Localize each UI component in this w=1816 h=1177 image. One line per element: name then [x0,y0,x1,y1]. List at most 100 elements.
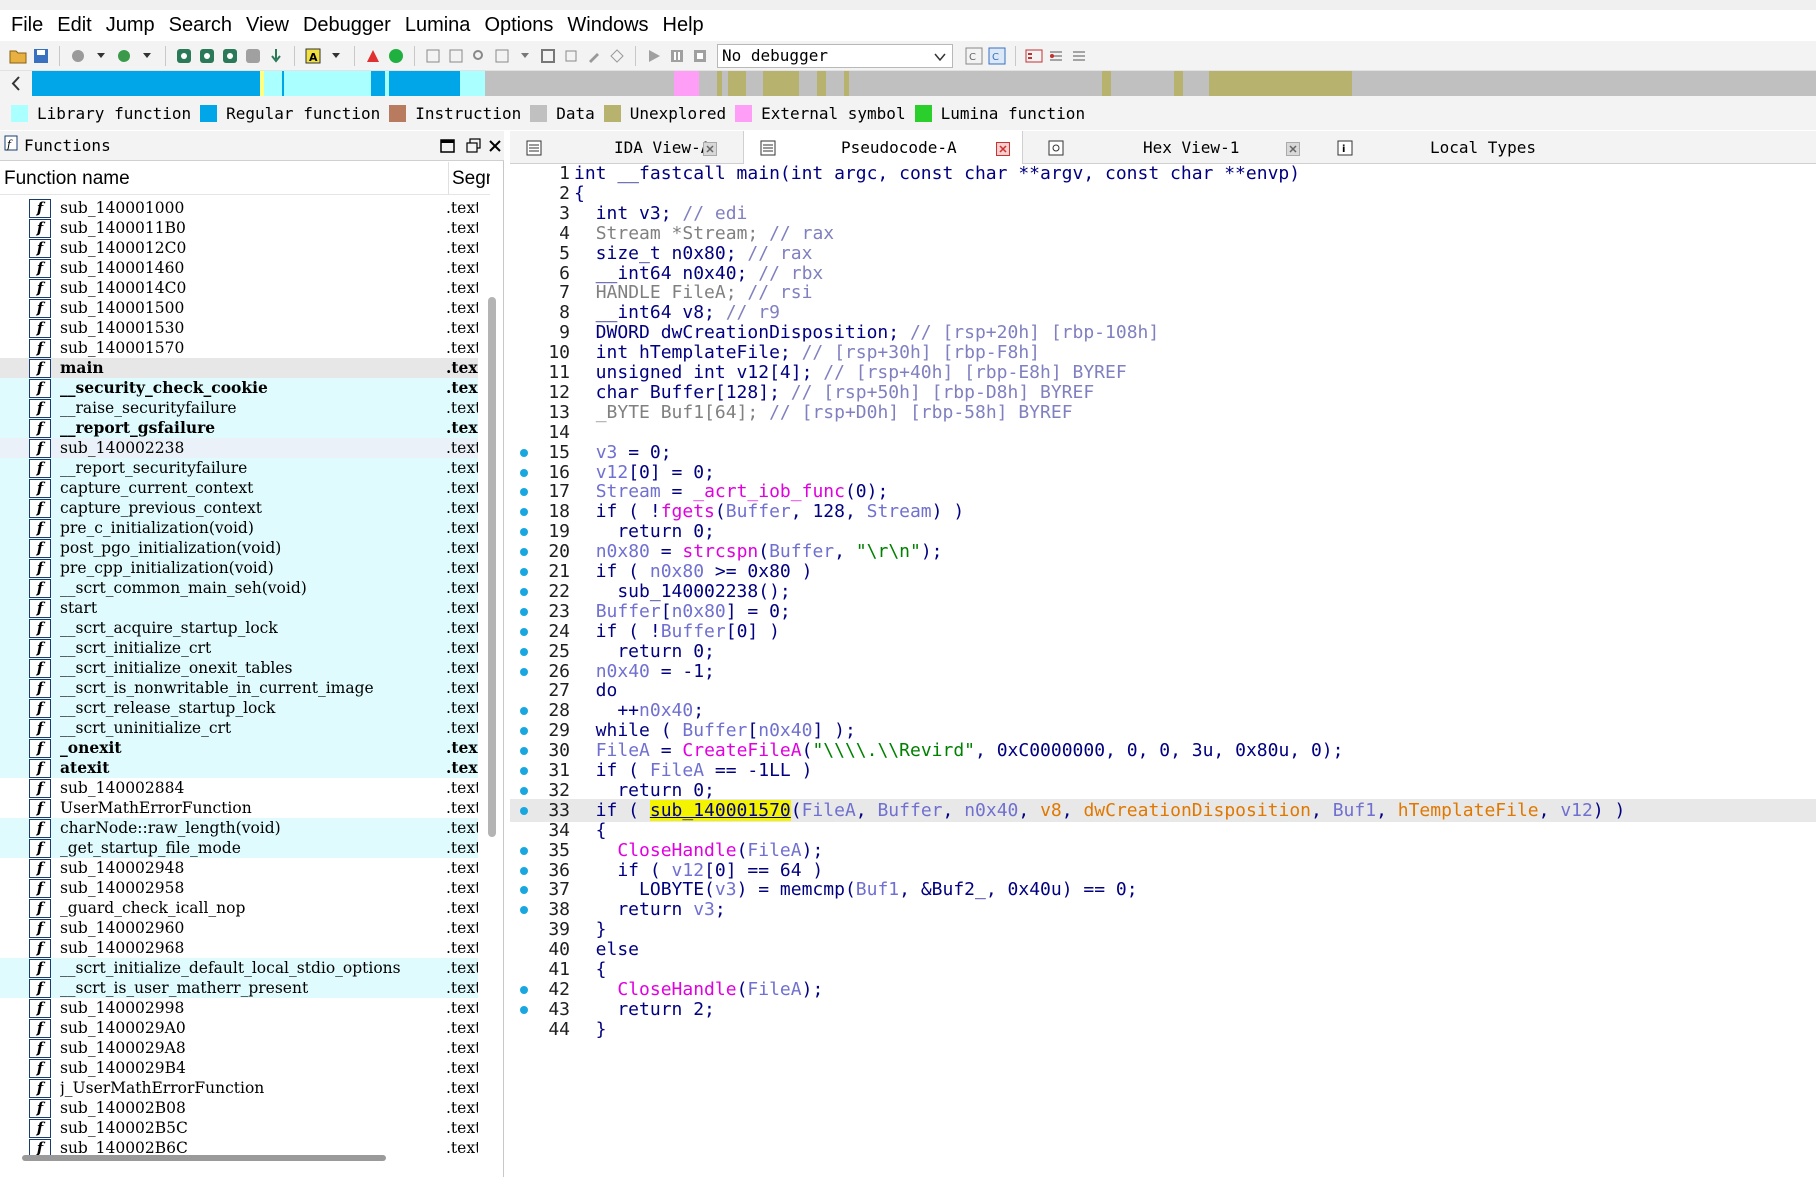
close-icon[interactable] [996,141,1010,156]
breakpoint-dot-icon[interactable] [520,528,528,537]
list-icon[interactable] [446,46,466,66]
function-row[interactable]: f sub_1400029B4 .text [0,1058,478,1078]
forward-icon[interactable] [114,46,134,66]
breakpoint-dot-icon[interactable] [520,886,528,895]
function-row[interactable]: f charNode::raw_length(void) .text [0,818,478,838]
chevron-down-icon[interactable] [326,46,346,66]
search-next-icon[interactable] [243,46,263,66]
breakpoint-dot-icon[interactable] [520,548,528,557]
copy-icon[interactable] [561,46,581,66]
navigation-bar[interactable] [32,71,1816,96]
menu-edit[interactable]: Edit [50,10,98,41]
pseudocode-view[interactable]: 1 int __fastcall main(int argc, const cha… [510,164,1816,1177]
function-row[interactable]: f pre_cpp_initialization(void) .text [0,558,478,578]
breakpoint-dot-icon[interactable] [520,747,528,756]
function-row[interactable]: f sub_140002238 .text [0,438,478,458]
function-row[interactable]: fmain .text [0,358,478,378]
nav-arrow-icon[interactable] [8,75,24,92]
breakpoint-dot-icon[interactable] [520,846,528,855]
function-row[interactable]: f sub_140001000 .text [0,198,478,218]
breakpoint-dot-icon[interactable] [520,468,528,477]
function-row[interactable]: f sub_140001570 .text [0,338,478,358]
close-icon[interactable] [1286,141,1300,156]
chevron-down-icon[interactable] [515,46,535,66]
menu-view[interactable]: View [239,10,296,41]
function-row[interactable]: f sub_140001460 .text [0,258,478,278]
close-icon[interactable] [703,141,717,156]
stop-icon[interactable] [690,46,710,66]
function-row[interactable]: f __scrt_initialize_default_local_stdio_o… [0,958,478,978]
function-row[interactable]: f __scrt_common_main_seh(void) .text [0,578,478,598]
edit-icon[interactable] [584,46,604,66]
breakpoint-dot-icon[interactable] [520,647,528,656]
function-row[interactable]: f post_pgo_initialization(void) .text [0,538,478,558]
tab-ida-view-a[interactable]: IDA View-A [510,131,740,164]
vertical-scrollbar[interactable] [488,297,496,837]
function-row[interactable]: f sub_140002958 .text [0,878,478,898]
debugger-options-icon[interactable]: C [964,46,984,66]
search-icon[interactable] [469,46,489,66]
breakpoint-dot-icon[interactable] [520,786,528,795]
graph-icon[interactable] [423,46,443,66]
tab-pseudocode-a[interactable]: Pseudocode-A [743,131,1023,165]
lumina-icon[interactable] [386,46,406,66]
menu-help[interactable]: Help [656,10,711,41]
breakpoint-dot-icon[interactable] [520,727,528,736]
menu-windows[interactable]: Windows [560,10,655,41]
breakpoint-dot-icon[interactable] [520,767,528,775]
open-file-icon[interactable] [8,46,28,66]
float-icon[interactable] [466,138,482,154]
breakpoint-dot-icon[interactable] [520,906,528,915]
function-row[interactable]: f sub_1400014C0 .text [0,278,478,298]
menu-search[interactable]: Search [162,10,239,41]
function-row[interactable]: f _guard_check_icall_nop .text [0,898,478,918]
breakpoint-dot-icon[interactable] [520,806,528,815]
function-row[interactable]: f __security_check_cookie .text [0,378,478,398]
function-row[interactable]: f __scrt_is_user_matherr_present .text [0,978,478,998]
function-row[interactable]: f sub_1400029A0 .text [0,1018,478,1038]
function-row[interactable]: f _onexit .text [0,738,478,758]
maximize-icon[interactable] [440,138,456,154]
function-row[interactable]: f sub_1400029A8 .text [0,1038,478,1058]
diamond-icon[interactable] [607,46,627,66]
breakpoint-dot-icon[interactable] [520,607,528,616]
menu-file[interactable]: File [4,10,50,41]
function-row[interactable]: f __raise_securityfailure .text [0,398,478,418]
horizontal-scrollbar[interactable] [22,1155,386,1161]
breakpoint-list-icon[interactable] [1024,46,1044,66]
search-text-icon[interactable] [197,46,217,66]
code-text[interactable]: } [574,1018,607,1041]
function-row[interactable]: f __scrt_is_nonwritable_in_current_image.… [0,678,478,698]
function-row[interactable]: f sub_140002968 .text [0,938,478,958]
square-icon[interactable] [538,46,558,66]
search-icon[interactable] [174,46,194,66]
function-row[interactable]: f __scrt_uninitialize_crt .text [0,718,478,738]
function-row[interactable]: f sub_1400012C0 .text [0,238,478,258]
debugger-attach-icon[interactable]: C [987,46,1007,66]
function-row[interactable]: f sub_140002B08 .text [0,1098,478,1118]
menu-jump[interactable]: Jump [99,10,162,41]
search-binary-icon[interactable] [220,46,240,66]
run-icon[interactable] [644,46,664,66]
breakpoint-dot-icon[interactable] [520,866,528,875]
breakpoint-dot-icon[interactable] [520,508,528,517]
breakpoint-dot-icon[interactable] [520,985,528,994]
breakpoint-dot-icon[interactable] [520,448,528,457]
function-row[interactable]: f __scrt_initialize_onexit_tables .text [0,658,478,678]
breakpoint-dot-icon[interactable] [520,1005,528,1014]
function-row[interactable]: fatexit .text [0,758,478,778]
jump-icon[interactable] [266,46,286,66]
code-line[interactable]: 44 } [510,1018,1816,1041]
menu-lumina[interactable]: Lumina [398,10,478,41]
close-icon[interactable] [487,138,503,154]
function-row[interactable]: f start .text [0,598,478,618]
text-mode-icon[interactable]: A [303,46,323,66]
function-row[interactable]: f __scrt_initialize_crt .text [0,638,478,658]
function-row[interactable]: f j_UserMathErrorFunction .text [0,1078,478,1098]
function-row[interactable]: f sub_140002B5C .text [0,1118,478,1138]
function-row[interactable]: f sub_140001500 .text [0,298,478,318]
breakpoint-dot-icon[interactable] [520,488,528,497]
remove-breakpoint-icon[interactable] [1070,46,1090,66]
function-row[interactable]: f __scrt_release_startup_lock .text [0,698,478,718]
column-function-name[interactable]: Function name [4,162,130,195]
